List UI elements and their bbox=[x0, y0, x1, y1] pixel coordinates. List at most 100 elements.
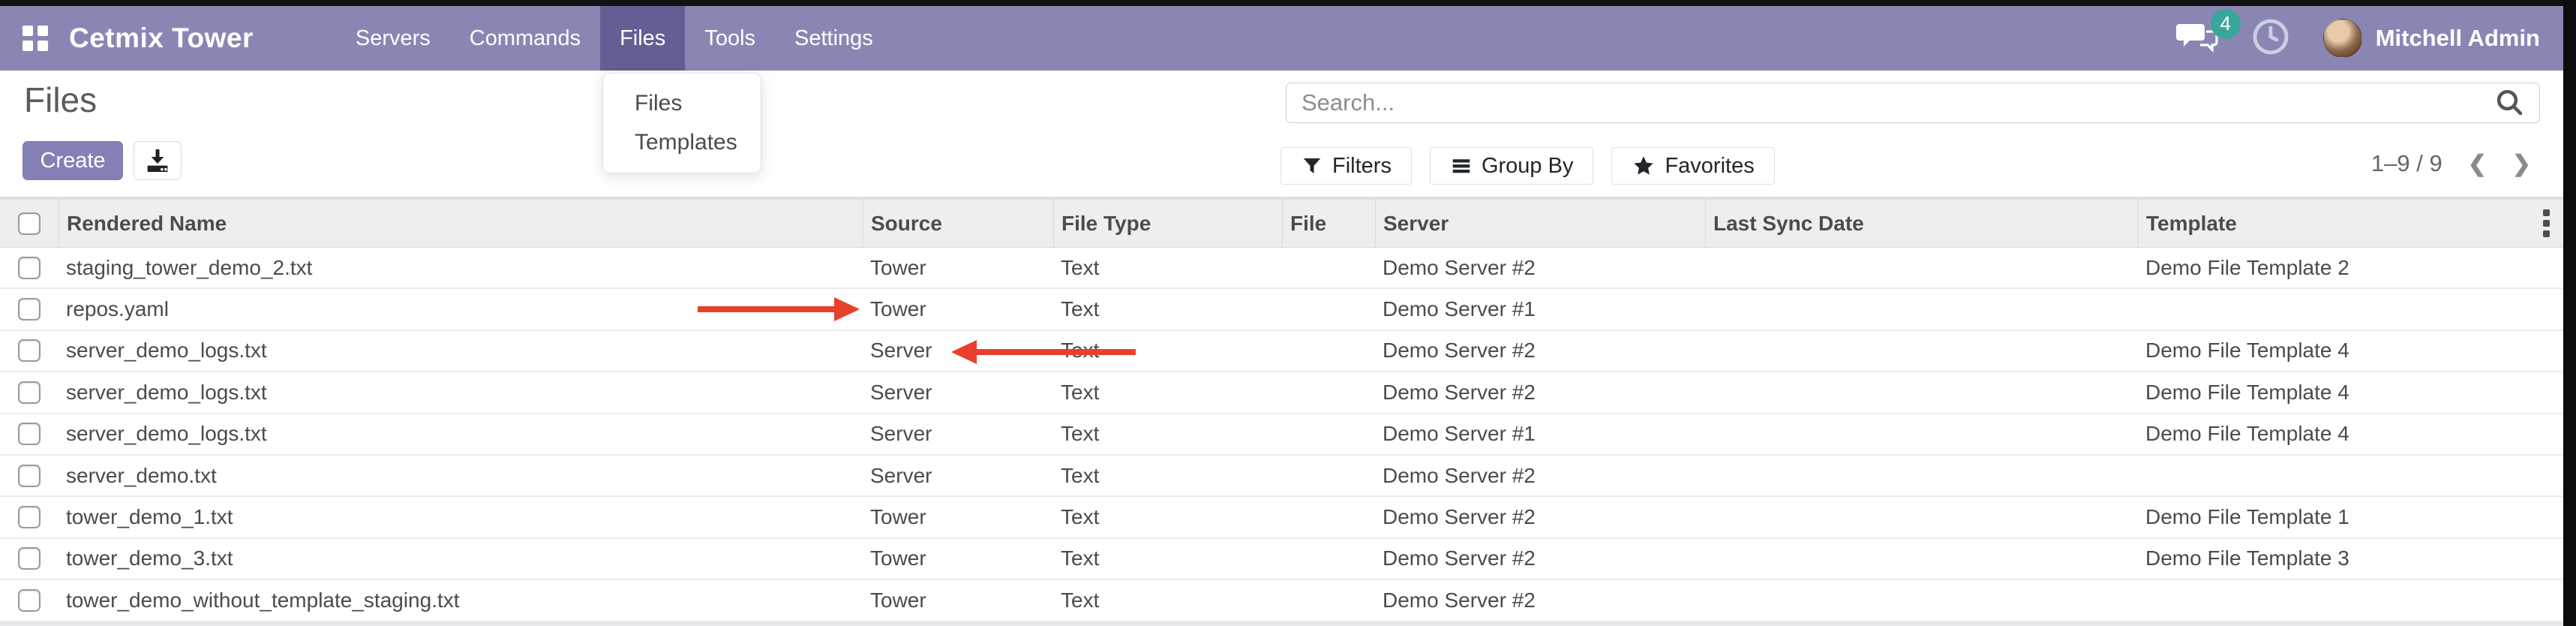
group-by-label: Group By bbox=[1482, 154, 1574, 179]
cell-file bbox=[1282, 580, 1375, 620]
row-checkbox[interactable] bbox=[18, 339, 41, 362]
dropdown-item-files[interactable]: Files bbox=[603, 84, 761, 123]
column-header-template[interactable]: Template bbox=[2138, 200, 2563, 247]
clock-icon bbox=[2251, 17, 2290, 56]
cell-file-type: Text bbox=[1053, 580, 1282, 620]
column-header-source[interactable]: Source bbox=[863, 200, 1053, 247]
nav-item-tools[interactable]: Tools bbox=[685, 6, 775, 71]
nav-item-files[interactable]: Files bbox=[600, 6, 685, 71]
cell-file-type: Text bbox=[1053, 456, 1282, 495]
column-header-file-type[interactable]: File Type bbox=[1053, 200, 1282, 247]
cell-source: Tower bbox=[863, 539, 1053, 579]
table-row[interactable]: server_demo_logs.txt Server Text Demo Se… bbox=[0, 331, 2563, 372]
select-all-checkbox[interactable] bbox=[18, 212, 41, 235]
cell-source: Server bbox=[863, 372, 1053, 412]
row-checkbox-cell bbox=[0, 539, 59, 579]
cell-source: Tower bbox=[863, 248, 1053, 287]
row-checkbox[interactable] bbox=[18, 298, 41, 321]
filters-button[interactable]: Filters bbox=[1280, 147, 1412, 185]
pager-range: 1–9 / 9 bbox=[2371, 150, 2442, 177]
search-submit[interactable] bbox=[2481, 87, 2539, 119]
page-bottom-edge bbox=[0, 621, 2576, 626]
window-right-edge bbox=[2563, 0, 2576, 626]
group-by-button[interactable]: Group By bbox=[1430, 147, 1594, 185]
cell-template bbox=[2138, 580, 2563, 620]
search-input[interactable] bbox=[1286, 89, 2481, 116]
column-header-rendered-name[interactable]: Rendered Name bbox=[59, 200, 863, 247]
cell-last-sync-date bbox=[1705, 497, 2138, 537]
cell-source: Tower bbox=[863, 289, 1053, 329]
app-window: Cetmix Tower ServersCommandsFilesToolsSe… bbox=[0, 0, 2576, 626]
nav-item-commands[interactable]: Commands bbox=[450, 6, 600, 71]
search-options: Filters Group By Favorites bbox=[1280, 147, 1775, 185]
pager-previous-button[interactable]: ❮ bbox=[2468, 151, 2487, 177]
download-icon bbox=[143, 146, 173, 176]
messages-button[interactable]: 4 bbox=[2176, 20, 2218, 58]
column-header-last-sync-date[interactable]: Last Sync Date bbox=[1705, 200, 2138, 247]
row-checkbox-cell bbox=[0, 414, 59, 454]
row-checkbox-cell bbox=[0, 331, 59, 371]
cell-rendered-name: tower_demo_1.txt bbox=[59, 497, 863, 537]
table-header-row: Rendered NameSourceFile TypeFileServerLa… bbox=[0, 197, 2563, 248]
cell-template: Demo File Template 4 bbox=[2138, 414, 2563, 454]
files-menu-dropdown: FilesTemplates bbox=[602, 73, 761, 173]
cell-server: Demo Server #2 bbox=[1375, 331, 1705, 371]
table-row[interactable]: server_demo.txt Server Text Demo Server … bbox=[0, 456, 2563, 497]
table-row[interactable]: tower_demo_without_template_staging.txt … bbox=[0, 580, 2563, 621]
row-checkbox[interactable] bbox=[18, 257, 41, 279]
table-row[interactable]: tower_demo_1.txt Tower Text Demo Server … bbox=[0, 497, 2563, 538]
cell-last-sync-date bbox=[1705, 414, 2138, 454]
row-checkbox[interactable] bbox=[18, 465, 41, 487]
select-all-checkbox-cell bbox=[0, 200, 59, 247]
cell-last-sync-date bbox=[1705, 539, 2138, 579]
dropdown-item-templates[interactable]: Templates bbox=[603, 123, 761, 162]
table-body: staging_tower_demo_2.txt Tower Text Demo… bbox=[0, 248, 2563, 622]
cell-rendered-name: server_demo.txt bbox=[59, 456, 863, 495]
cell-rendered-name: repos.yaml bbox=[59, 289, 863, 329]
group-by-icon bbox=[1450, 155, 1473, 177]
favorites-button[interactable]: Favorites bbox=[1611, 147, 1774, 185]
app-brand[interactable]: Cetmix Tower bbox=[69, 23, 254, 54]
export-button[interactable] bbox=[134, 141, 182, 180]
table-row[interactable]: staging_tower_demo_2.txt Tower Text Demo… bbox=[0, 248, 2563, 289]
filters-label: Filters bbox=[1332, 154, 1392, 179]
nav-item-servers[interactable]: Servers bbox=[336, 6, 450, 71]
row-checkbox[interactable] bbox=[18, 506, 41, 528]
cell-template: Demo File Template 3 bbox=[2138, 539, 2563, 579]
table-row[interactable]: server_demo_logs.txt Server Text Demo Se… bbox=[0, 372, 2563, 414]
cell-file bbox=[1282, 414, 1375, 454]
cell-template bbox=[2138, 456, 2563, 495]
row-checkbox[interactable] bbox=[18, 589, 41, 612]
table-row[interactable]: server_demo_logs.txt Server Text Demo Se… bbox=[0, 414, 2563, 456]
row-checkbox-cell bbox=[0, 248, 59, 287]
cell-server: Demo Server #2 bbox=[1375, 580, 1705, 620]
row-checkbox[interactable] bbox=[18, 423, 41, 445]
cell-template: Demo File Template 4 bbox=[2138, 372, 2563, 412]
activities-button[interactable] bbox=[2251, 17, 2290, 60]
cell-file-type: Text bbox=[1053, 248, 1282, 287]
column-header-file[interactable]: File bbox=[1282, 200, 1375, 247]
row-checkbox[interactable] bbox=[18, 381, 41, 404]
create-button[interactable]: Create bbox=[23, 141, 123, 180]
user-menu[interactable]: Mitchell Admin bbox=[2323, 19, 2540, 58]
window-top-edge bbox=[0, 0, 2576, 6]
nav-item-settings[interactable]: Settings bbox=[775, 6, 893, 71]
cell-server: Demo Server #2 bbox=[1375, 497, 1705, 537]
cell-last-sync-date bbox=[1705, 456, 2138, 495]
table-row[interactable]: tower_demo_3.txt Tower Text Demo Server … bbox=[0, 539, 2563, 580]
cell-template: Demo File Template 4 bbox=[2138, 331, 2563, 371]
pager: 1–9 / 9 ❮ ❯ bbox=[2371, 150, 2531, 177]
pager-next-button[interactable]: ❯ bbox=[2512, 151, 2531, 177]
optional-columns-toggle[interactable] bbox=[2538, 200, 2554, 247]
apps-grid-icon[interactable] bbox=[23, 26, 48, 51]
cell-file bbox=[1282, 497, 1375, 537]
cell-rendered-name: tower_demo_without_template_staging.txt bbox=[59, 580, 863, 620]
cell-template: Demo File Template 2 bbox=[2138, 248, 2563, 287]
table-row[interactable]: repos.yaml Tower Text Demo Server #1 bbox=[0, 289, 2563, 330]
cell-file-type: Text bbox=[1053, 414, 1282, 454]
cell-rendered-name: staging_tower_demo_2.txt bbox=[59, 248, 863, 287]
favorites-label: Favorites bbox=[1665, 154, 1754, 179]
row-checkbox[interactable] bbox=[18, 547, 41, 570]
cell-file bbox=[1282, 248, 1375, 287]
column-header-server[interactable]: Server bbox=[1375, 200, 1705, 247]
